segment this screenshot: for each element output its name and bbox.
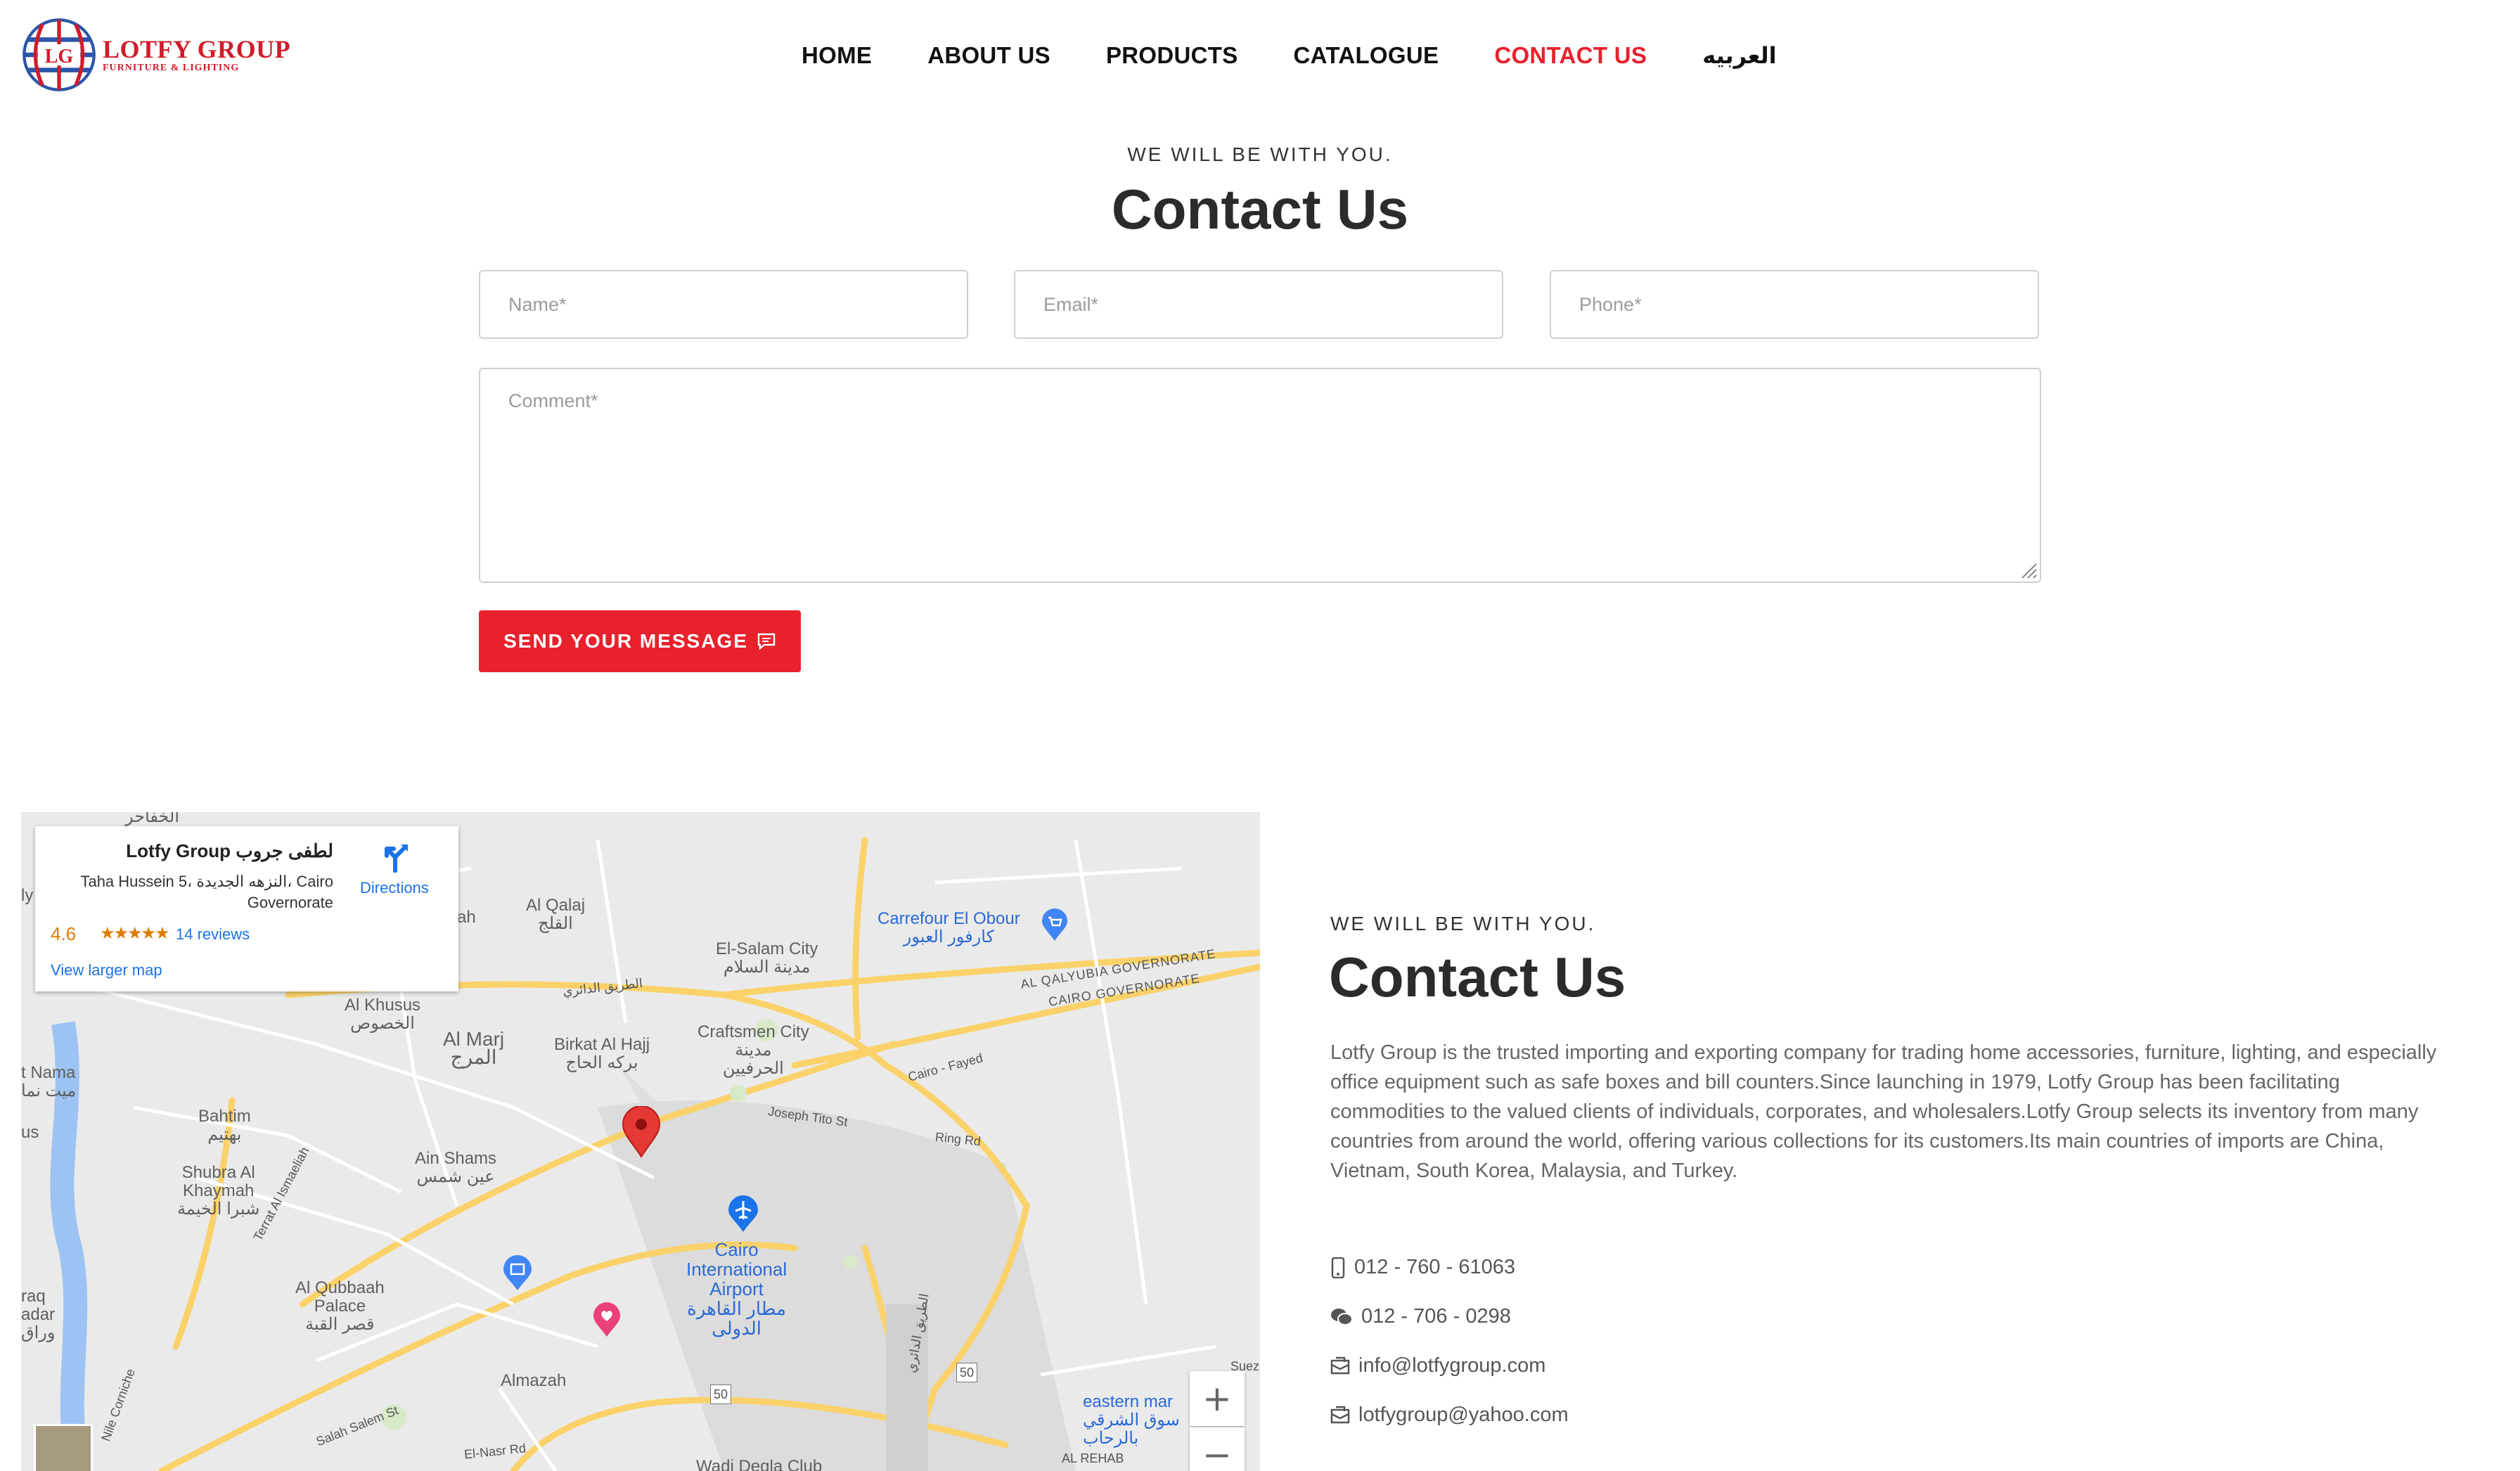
map-label-airport[interactable]: Cairo International Airport مطار القاهرة… — [686, 1240, 787, 1338]
contact-value[interactable]: 012 - 706 - 0298 — [1361, 1305, 1511, 1328]
map-label-carrefour[interactable]: Carrefour El Obour كارفور العبور — [878, 910, 1020, 946]
map-label-edge-us: us — [21, 1123, 39, 1142]
contact-value[interactable]: 012 - 760 - 61063 — [1354, 1256, 1515, 1279]
map-label-birkat: Birkat Al Hajj بركه الحاج — [554, 1035, 650, 1072]
site-logo[interactable]: LG LOTFY GROUP FURNITURE & LIGHTING — [21, 17, 290, 93]
map-label-qubbah: Al Qubbaah Palace قصر القبة — [295, 1278, 385, 1334]
mobile-phone-icon — [1331, 1257, 1345, 1278]
email-field[interactable] — [1014, 270, 1503, 339]
rating-stars-icon: ★★★★★ — [100, 924, 170, 943]
info-eyebrow: WE WILL BE WITH YOU. — [1330, 913, 1596, 934]
globe-logo-icon: LG — [22, 18, 96, 91]
form-eyebrow: WE WILL BE WITH YOU. — [1127, 143, 1393, 165]
info-title: Contact Us — [1329, 946, 1626, 1008]
map-label-hwy-50a: 50 — [710, 1385, 732, 1404]
nav-products[interactable]: PRODUCTS — [1106, 42, 1238, 69]
envelope-icon — [1330, 1356, 1350, 1374]
phone-field[interactable] — [1550, 270, 2039, 339]
heart-pin-icon[interactable] — [592, 1302, 622, 1338]
send-message-button[interactable]: SEND YOUR MESSAGE — [479, 610, 801, 672]
contact-email-info: info@lotfygroup.com — [1330, 1354, 1545, 1377]
map-label-edge-raq: raq adar وراق — [21, 1287, 56, 1342]
contact-phone-chat: 012 - 706 - 0298 — [1330, 1305, 1511, 1328]
nav-contact-us[interactable]: CONTACT US — [1494, 42, 1647, 69]
zoom-out-button[interactable]: − — [1190, 1427, 1245, 1471]
place-address: Taha Hussein 5، النزهه الجديدة، Cairo Go… — [80, 873, 333, 911]
logo-monogram: LG — [45, 46, 74, 68]
map-label-hwy-50b: 50 — [956, 1363, 978, 1382]
contact-value[interactable]: lotfygroup@yahoo.com — [1358, 1403, 1569, 1427]
directions-link[interactable]: Directions — [360, 879, 429, 897]
contact-phone-mobile: 012 - 760 - 61063 — [1330, 1256, 1515, 1279]
place-rating: 4.6 — [51, 923, 77, 944]
zoom-in-button[interactable]: + — [1190, 1371, 1245, 1426]
comment-field[interactable] — [479, 368, 2041, 583]
chat-bubble-icon — [757, 633, 776, 650]
nav-home[interactable]: HOME — [802, 42, 872, 69]
nav-about-us[interactable]: ABOUT US — [927, 42, 1050, 69]
form-title: Contact Us — [1111, 178, 1409, 240]
map-label-ain-shams: Ain Shams عين شمس — [415, 1149, 497, 1186]
chat-bubbles-icon — [1331, 1308, 1353, 1325]
contact-value[interactable]: info@lotfygroup.com — [1358, 1354, 1545, 1377]
main-nav: HOME ABOUT US PRODUCTS CATALOGUE CONTACT… — [802, 42, 1832, 69]
nav-arabic[interactable]: العربيه — [1702, 42, 1776, 69]
map-label-shubra: Shubra Al Khaymah شبرا الخيمة — [177, 1163, 260, 1219]
place-title: Lotfy Group لطفى جروب — [126, 840, 333, 861]
map-label-almazah: Almazah — [501, 1371, 567, 1390]
google-map[interactable]: الخفاحر ly ah ah Al Qalaj القلج El-Salam… — [21, 812, 1260, 1471]
directions-icon[interactable] — [380, 840, 412, 873]
map-place-card: Lotfy Group لطفى جروب Taha Hussein 5، ال… — [35, 826, 458, 991]
map-label-al-qalaj: Al Qalaj القلج — [526, 896, 586, 933]
resize-grip-icon[interactable] — [2018, 560, 2038, 579]
envelope-icon — [1330, 1406, 1350, 1423]
map-label-wadi-degla: Wadi Degla Club — [696, 1457, 823, 1471]
map-label-edge-ah: ah — [457, 908, 476, 927]
contact-email-yahoo: lotfygroup@yahoo.com — [1330, 1403, 1569, 1427]
send-button-label: SEND YOUR MESSAGE — [503, 630, 748, 652]
nav-catalogue[interactable]: CATALOGUE — [1294, 42, 1439, 69]
shopping-bag-pin-icon[interactable] — [502, 1255, 533, 1292]
location-pin-icon[interactable] — [622, 1106, 661, 1158]
map-label-edge-nama: t Nama ميت نما — [21, 1063, 77, 1100]
reviews-link[interactable]: 14 reviews — [176, 925, 250, 944]
map-label-bahtim: Bahtim بهتيم — [198, 1107, 251, 1144]
map-label-el-salam: El-Salam City مدينة السلام — [716, 939, 818, 977]
shopping-cart-pin-icon[interactable] — [1041, 908, 1069, 942]
view-larger-map-link[interactable]: View larger map — [51, 961, 162, 979]
airport-pin-icon[interactable] — [727, 1195, 759, 1233]
about-paragraph: Lotfy Group is the trusted importing and… — [1330, 1041, 2437, 1182]
map-label-al-rehab: AL REHAB — [1062, 1451, 1124, 1465]
brand-tagline: FURNITURE & LIGHTING — [103, 63, 240, 73]
map-label-al-marj: Al Marj المرج — [443, 1028, 505, 1068]
map-label-top: الخفاحر — [125, 812, 180, 826]
map-label-craftsmen: Craftsmen City مدينة الحرفيين — [698, 1022, 809, 1078]
brand-name: LOTFY GROUP — [103, 35, 291, 63]
map-label-al-khusus: Al Khusus الخصوص — [345, 996, 421, 1033]
map-label-eastern[interactable]: eastern mar سوق الشرقي بالرحاب — [1083, 1393, 1180, 1448]
satellite-toggle[interactable] — [34, 1424, 93, 1471]
name-field[interactable] — [479, 270, 968, 339]
